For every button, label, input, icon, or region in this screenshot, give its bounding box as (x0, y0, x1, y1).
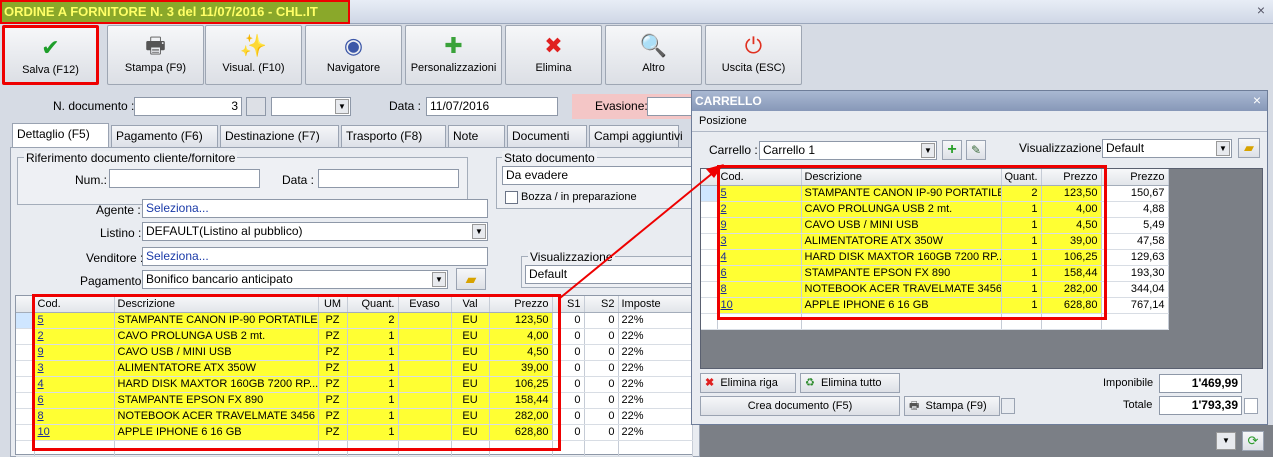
arrow-line (559, 171, 715, 299)
annotation-arrow (559, 164, 724, 299)
